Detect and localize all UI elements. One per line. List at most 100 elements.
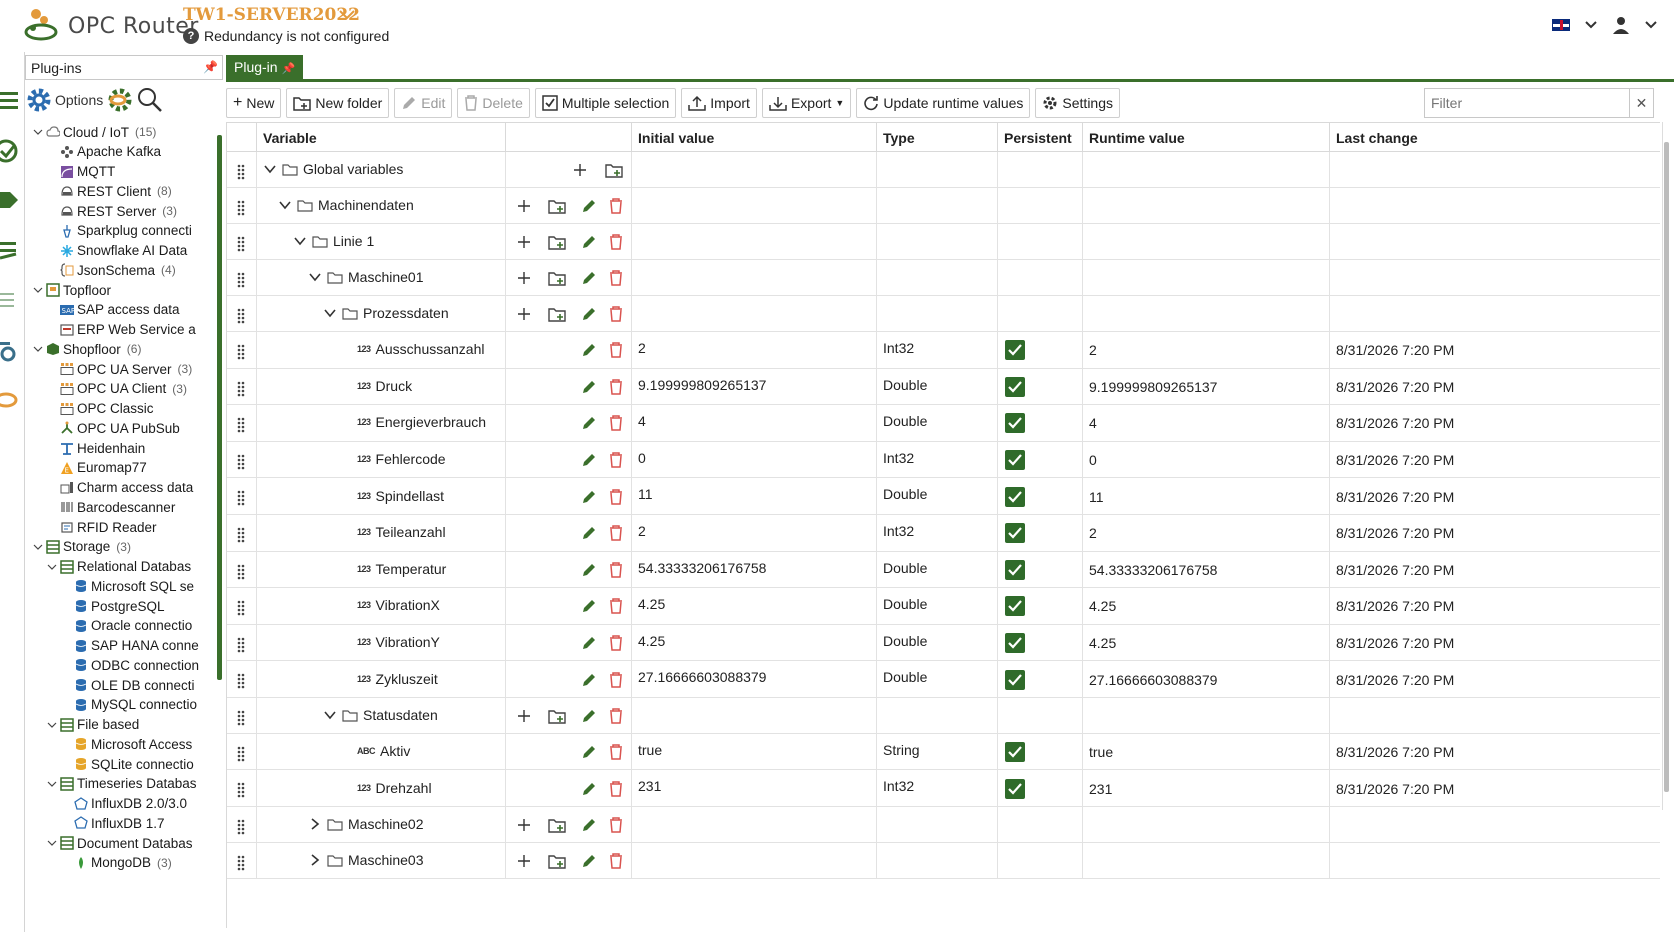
folder-add-button[interactable] xyxy=(547,196,567,216)
chevron-down-icon[interactable] xyxy=(33,542,43,552)
new-button[interactable]: + New xyxy=(226,88,282,118)
drag-handle-icon[interactable] xyxy=(237,272,245,288)
table-row[interactable]: 123 VibrationY 4.25 Double 4.25 8/31/2026 7:2… xyxy=(227,624,1660,662)
chevron-down-icon[interactable] xyxy=(33,285,43,295)
trash-button[interactable] xyxy=(606,779,626,799)
tree-item[interactable]: OPC UA Server (3) xyxy=(47,359,192,379)
table-row[interactable]: 123 Zykluszeit 27.16666603088379 Double 27.1… xyxy=(227,661,1660,698)
tree-item[interactable]: InfluxDB 1.7 xyxy=(61,813,165,833)
pencil-button[interactable] xyxy=(579,742,599,762)
pencil-button[interactable] xyxy=(579,268,599,288)
tree-item[interactable]: ERP Web Service a xyxy=(47,320,196,340)
tree-item[interactable]: Microsoft Access xyxy=(61,734,192,754)
trash-button[interactable] xyxy=(606,706,626,726)
chevron-down-icon[interactable] xyxy=(308,270,322,284)
pencil-button[interactable] xyxy=(579,450,599,470)
trash-button[interactable] xyxy=(606,413,626,433)
chevron-down-icon[interactable] xyxy=(1584,20,1598,30)
chevron-down-icon[interactable] xyxy=(278,198,292,212)
pencil-button[interactable] xyxy=(579,596,599,616)
tree-item[interactable]: File based xyxy=(47,715,139,735)
table-row[interactable]: Statusdaten xyxy=(227,698,1660,734)
plus-button[interactable] xyxy=(570,160,590,180)
last-change-column-header[interactable]: Last change xyxy=(1330,123,1660,153)
tree-item[interactable]: Storage (3) xyxy=(33,537,131,557)
pencil-button[interactable] xyxy=(579,523,599,543)
pencil-button[interactable] xyxy=(579,413,599,433)
plugin-icon[interactable] xyxy=(0,186,22,212)
chevron-down-icon[interactable] xyxy=(323,306,337,320)
plus-button[interactable] xyxy=(514,815,534,835)
tree-item[interactable]: OPC UA PubSub xyxy=(47,418,180,438)
trash-button[interactable] xyxy=(606,268,626,288)
folder-add-button[interactable] xyxy=(604,160,624,180)
chevron-down-icon[interactable] xyxy=(47,838,57,848)
trash-button[interactable] xyxy=(606,596,626,616)
table-row[interactable]: 123 Spindellast 11 Double 11 8/31/2026 7:20 P… xyxy=(227,478,1660,515)
transfer-icon[interactable] xyxy=(0,286,22,312)
plus-button[interactable] xyxy=(514,851,534,871)
import-button[interactable]: Import xyxy=(681,88,757,118)
new-folder-button[interactable]: New folder xyxy=(286,88,390,118)
folder-add-button[interactable] xyxy=(547,851,567,871)
chevron-down-icon[interactable] xyxy=(47,779,57,789)
folder-add-button[interactable] xyxy=(547,815,567,835)
logo-small-icon[interactable] xyxy=(0,386,22,412)
trash-button[interactable] xyxy=(606,851,626,871)
folder-add-button[interactable] xyxy=(547,268,567,288)
tab-plugin[interactable]: Plug-in 📌 xyxy=(226,55,304,80)
connections-icon[interactable] xyxy=(0,236,22,262)
plus-button[interactable] xyxy=(514,706,534,726)
settings-button[interactable]: Settings xyxy=(1035,88,1121,118)
tree-item[interactable]: Sparkplug connecti xyxy=(47,221,192,241)
edit-button[interactable]: Edit xyxy=(394,88,453,118)
options-gear-icon[interactable] xyxy=(25,86,53,114)
table-row[interactable]: 123 Fehlercode 0 Int32 0 8/31/2026 7:20 PM xyxy=(227,441,1660,479)
tree-item[interactable]: JsonSchema (4) xyxy=(47,260,176,280)
table-row[interactable]: Maschine02 xyxy=(227,806,1660,843)
chevron-down-icon[interactable] xyxy=(47,720,57,730)
persistent-checkbox[interactable] xyxy=(1005,633,1025,654)
plugin-settings-icon[interactable] xyxy=(105,86,135,114)
persistent-checkbox[interactable] xyxy=(1005,340,1025,361)
chevron-down-icon[interactable] xyxy=(323,708,337,722)
table-row[interactable]: Prozessdaten xyxy=(227,296,1660,332)
drag-handle-icon[interactable] xyxy=(237,673,245,689)
table-row[interactable]: ABC Aktiv true String true 8/31/2026 7:20 PM xyxy=(227,734,1660,771)
table-row[interactable]: Global variables xyxy=(227,152,1660,188)
tree-item[interactable]: Microsoft SQL se xyxy=(61,576,194,596)
pencil-button[interactable] xyxy=(579,633,599,653)
table-row[interactable]: 123 Drehzahl 231 Int32 231 8/31/2026 7:20 PM xyxy=(227,770,1660,807)
chevron-down-icon[interactable] xyxy=(33,344,43,354)
chevron-right-icon[interactable] xyxy=(308,853,322,867)
tree-item[interactable]: Charm access data xyxy=(47,478,193,498)
tree-item[interactable]: SQLite connectio xyxy=(61,754,194,774)
language-flag-icon[interactable] xyxy=(1552,19,1570,31)
table-row[interactable]: 123 Temperatur 54.33333206176758 Double 54.3… xyxy=(227,551,1660,589)
pencil-button[interactable] xyxy=(579,779,599,799)
plus-button[interactable] xyxy=(514,268,534,288)
trash-button[interactable] xyxy=(606,742,626,762)
pencil-button[interactable] xyxy=(579,851,599,871)
trash-button[interactable] xyxy=(606,523,626,543)
options-button[interactable]: Options xyxy=(55,92,103,108)
pencil-button[interactable] xyxy=(579,670,599,690)
trash-button[interactable] xyxy=(606,815,626,835)
trash-button[interactable] xyxy=(606,340,626,360)
type-column-header[interactable]: Type xyxy=(877,123,998,153)
server-name[interactable]: TW1-SERVER2022 xyxy=(183,5,360,25)
persistent-checkbox[interactable] xyxy=(1005,669,1025,690)
table-row[interactable]: Linie 1 xyxy=(227,224,1660,260)
plus-button[interactable] xyxy=(514,196,534,216)
persistent-checkbox[interactable] xyxy=(1005,778,1025,799)
initial-value-column-header[interactable]: Initial value xyxy=(632,123,877,153)
update-runtime-values-button[interactable]: Update runtime values xyxy=(856,88,1031,118)
chevron-down-icon[interactable] xyxy=(338,8,356,22)
tree-item[interactable]: InfluxDB 2.0/3.0 xyxy=(61,794,187,814)
drag-handle-icon[interactable] xyxy=(237,710,245,726)
drag-handle-icon[interactable] xyxy=(237,637,245,653)
drag-handle-icon[interactable] xyxy=(237,564,245,580)
table-row[interactable]: 123 Druck 9.199999809265137 Double 9.1999998… xyxy=(227,368,1660,406)
tree-item[interactable]: OPC Classic xyxy=(47,399,154,419)
trash-button[interactable] xyxy=(606,450,626,470)
